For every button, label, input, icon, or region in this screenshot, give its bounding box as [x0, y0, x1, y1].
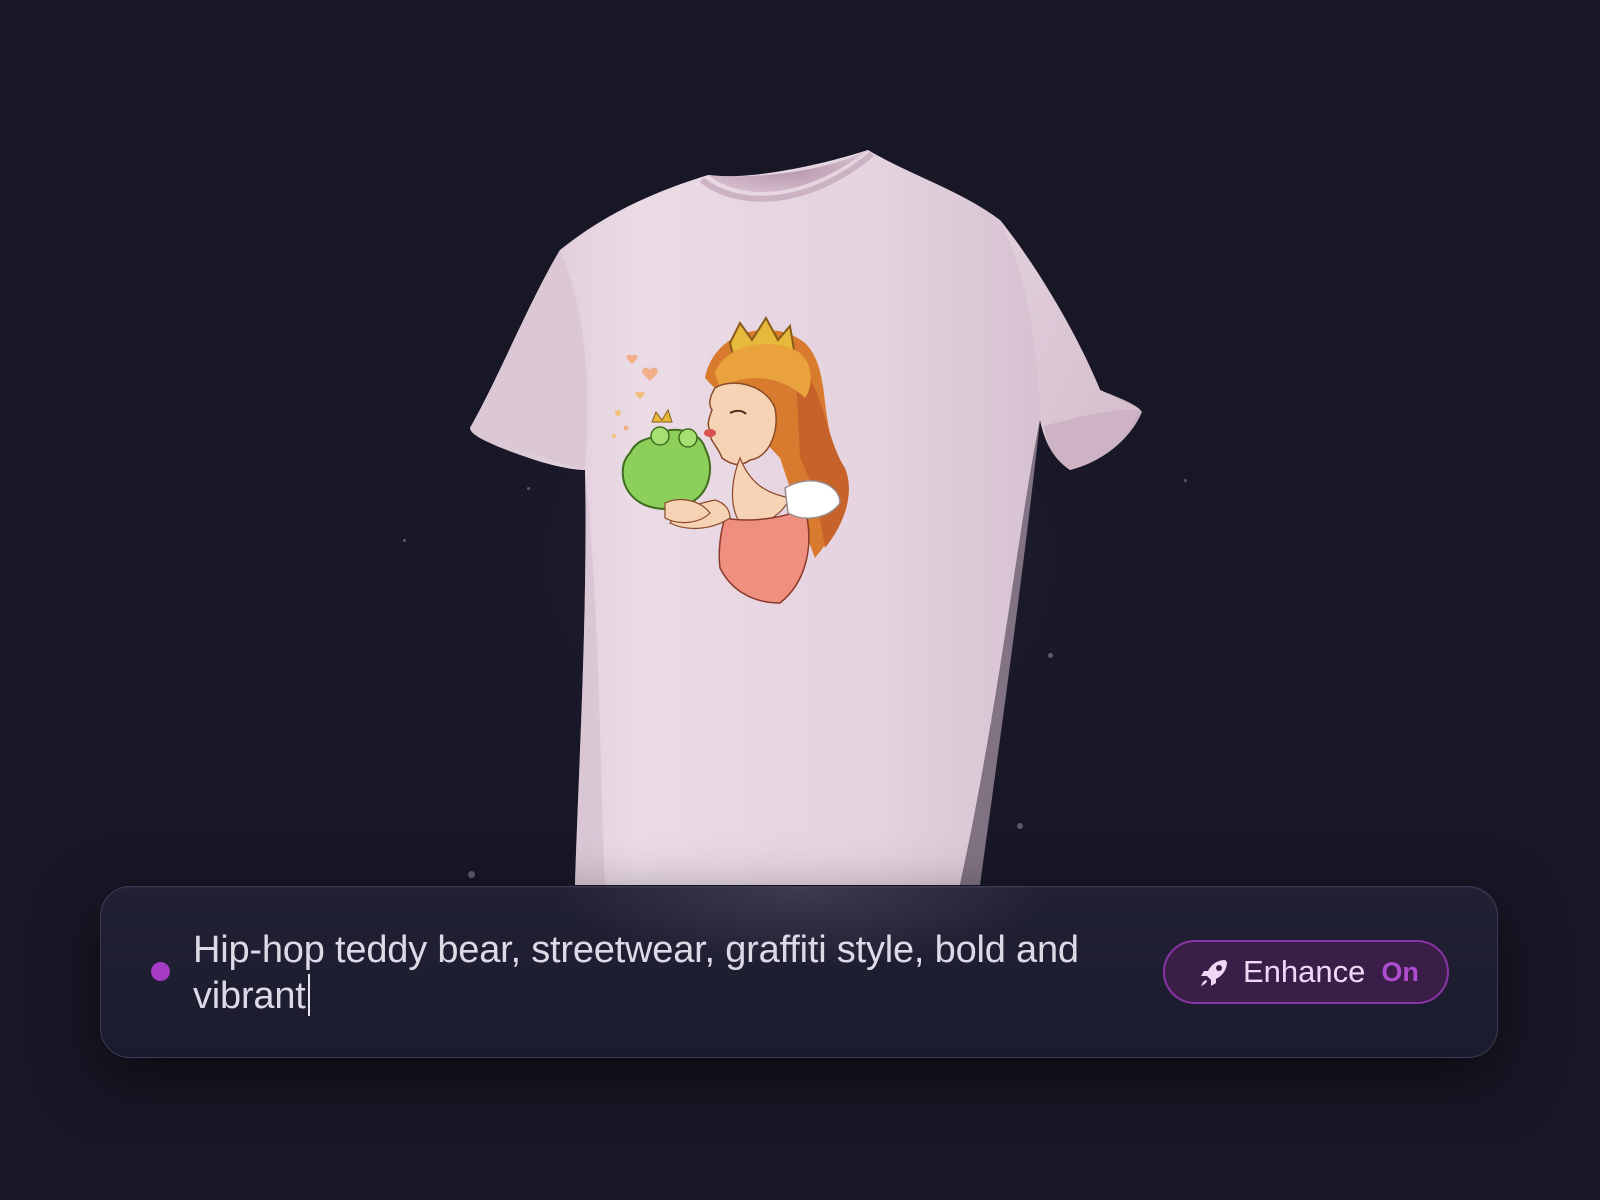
- tshirt-model: [470, 150, 1142, 885]
- sparkle-dot: [1184, 479, 1187, 482]
- prompt-bar: Hip-hop teddy bear, streetwear, graffiti…: [100, 886, 1498, 1058]
- status-indicator-dot: [151, 962, 170, 981]
- app-stage: Hip-hop teddy bear, streetwear, graffiti…: [0, 0, 1600, 1200]
- enhance-state: On: [1381, 956, 1419, 987]
- prompt-input[interactable]: Hip-hop teddy bear, streetwear, graffiti…: [193, 927, 1143, 1019]
- enhance-toggle-button[interactable]: Enhance On: [1163, 940, 1449, 1004]
- tshirt-preview[interactable]: [440, 140, 1160, 900]
- text-caret: [307, 974, 310, 1016]
- sparkle-dot: [403, 539, 406, 542]
- prompt-input-text: Hip-hop teddy bear, streetwear, graffiti…: [193, 929, 1079, 1017]
- rocket-icon: [1199, 956, 1231, 988]
- enhance-label: Enhance: [1243, 954, 1366, 989]
